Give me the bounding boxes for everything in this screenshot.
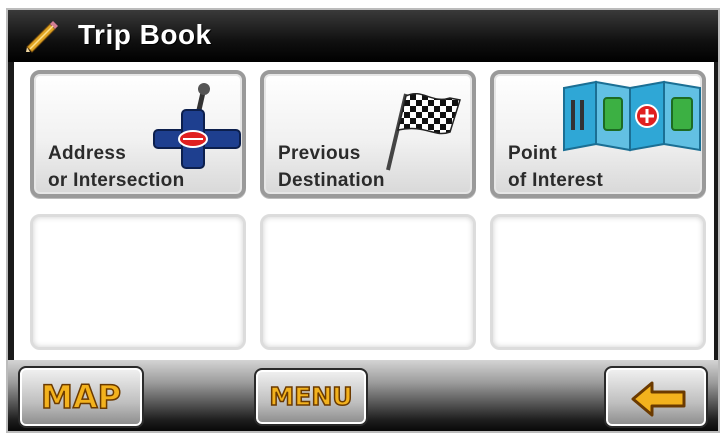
address-or-intersection-button[interactable]: Address or Intersection [30, 70, 246, 198]
pencil-icon [26, 21, 58, 53]
tile-label: Point of Interest [508, 140, 603, 194]
content-area: Address or Intersection Previous Destina… [14, 62, 714, 360]
map-button[interactable]: MAP [18, 366, 144, 428]
previous-destination-button[interactable]: Previous Destination [260, 70, 476, 198]
back-button[interactable] [604, 366, 708, 428]
tile-label-line1: Address [48, 143, 127, 164]
tile-label: Previous Destination [278, 140, 385, 194]
map-button-label: MAP [40, 377, 122, 417]
empty-tile-slot [260, 214, 476, 350]
title-bar: Trip Book [8, 10, 718, 62]
tile-label: Address or Intersection [48, 140, 184, 194]
tile-label-line2: Destination [278, 170, 385, 191]
tile-label-line1: Point [508, 143, 557, 164]
page-title: Trip Book [78, 19, 212, 50]
tile-label-line2: or Intersection [48, 170, 185, 191]
empty-tile-slot [30, 214, 246, 350]
tile-label-line1: Previous [278, 143, 361, 164]
back-arrow-icon [631, 381, 686, 417]
tile-label-line2: of Interest [508, 170, 604, 191]
bottom-bar: MAP MENU [8, 360, 718, 431]
menu-button[interactable]: MENU [254, 368, 368, 426]
empty-tile-slot [490, 214, 706, 350]
point-of-interest-button[interactable]: Point of Interest [490, 70, 706, 198]
checkered-flag-icon [386, 93, 461, 171]
menu-button-label: MENU [269, 381, 354, 412]
navigation-screen: Trip Book Address or Intersection Previo… [6, 8, 720, 433]
